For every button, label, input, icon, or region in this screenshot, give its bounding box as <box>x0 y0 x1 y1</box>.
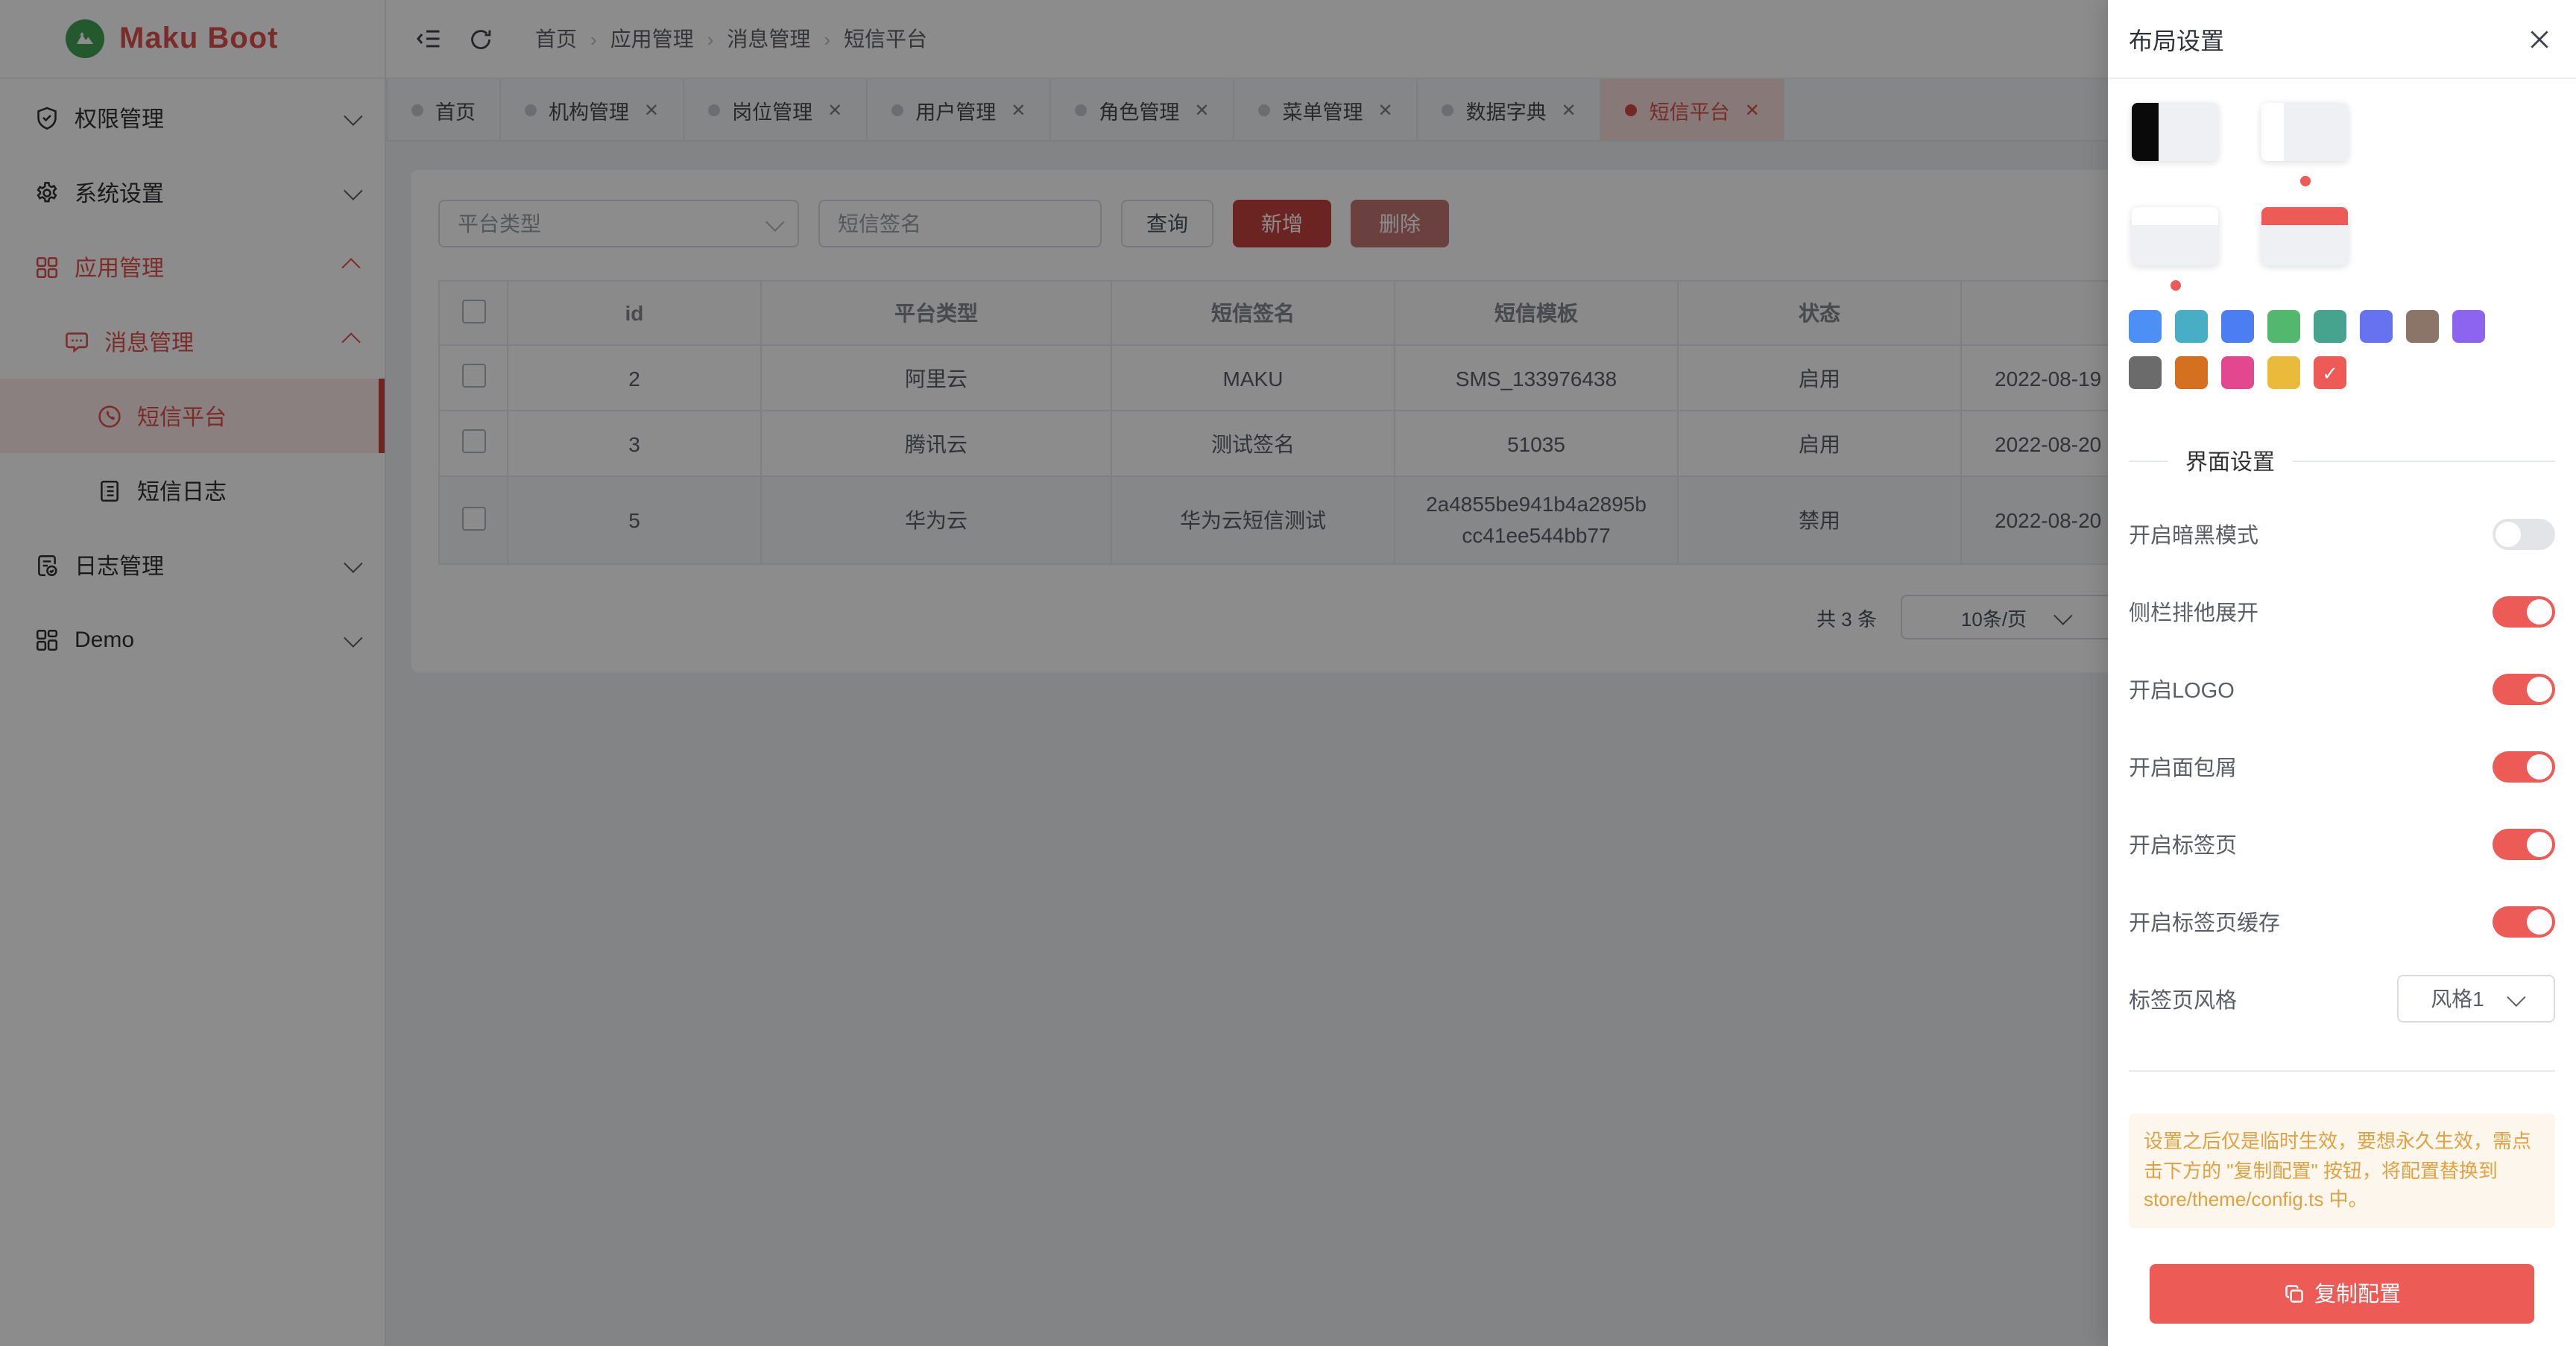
setting-label: 开启标签页缓存 <box>2129 906 2280 937</box>
interface-settings-title: 界面设置 <box>2185 446 2275 477</box>
drawer-title: 布局设置 <box>2129 21 2224 57</box>
layout-option-primary-header <box>2261 207 2348 265</box>
logo-toggle[interactable] <box>2493 673 2555 704</box>
tabs-cache-toggle[interactable] <box>2493 906 2555 937</box>
layout-option-light-sidebar <box>2261 103 2348 161</box>
drawer-header: 布局设置 <box>2108 0 2576 79</box>
drawer-divider <box>2129 1070 2555 1072</box>
copy-config-label: 复制配置 <box>2314 1277 2401 1309</box>
color-swatch[interactable]: ✓ <box>2406 310 2439 343</box>
color-swatch[interactable]: ✓ <box>2221 310 2254 343</box>
setting-label: 开启面包屑 <box>2129 751 2237 782</box>
dark-mode-toggle[interactable] <box>2493 518 2555 549</box>
theme-color-palette: ✓ ✓ ✓ ✓ ✓ ✓ ✓ ✓ ✓ ✓ ✓ ✓ ✓ <box>2129 310 2498 389</box>
color-swatch[interactable]: ✓ <box>2267 310 2300 343</box>
breadcrumb-toggle[interactable] <box>2493 751 2555 782</box>
color-swatch[interactable]: ✓ <box>2267 356 2300 389</box>
layout-thumbnail-dark-sidebar[interactable] <box>2132 103 2218 161</box>
chevron-down-icon <box>2507 987 2526 1005</box>
layout-style-picker <box>2129 97 2555 265</box>
color-swatch[interactable]: ✓ <box>2314 310 2346 343</box>
interface-settings-divider: 界面设置 <box>2129 446 2555 477</box>
setting-dark-mode: 开启暗黑模式 <box>2129 495 2555 572</box>
setting-logo: 开启LOGO <box>2129 650 2555 727</box>
selected-dot-icon <box>2170 280 2180 291</box>
color-swatch[interactable]: ✓ <box>2360 310 2393 343</box>
setting-label: 开启暗黑模式 <box>2129 518 2258 549</box>
setting-sidebar-accordion: 侧栏排他展开 <box>2129 572 2555 650</box>
setting-label: 开启LOGO <box>2129 673 2235 704</box>
check-icon: ✓ <box>2322 363 2338 382</box>
tabs-toggle[interactable] <box>2493 828 2555 859</box>
setting-label: 标签页风格 <box>2129 983 2237 1014</box>
layout-option-dark-sidebar <box>2132 103 2218 161</box>
color-swatch-selected[interactable]: ✓ <box>2314 356 2346 389</box>
setting-tabs-cache: 开启标签页缓存 <box>2129 882 2555 960</box>
color-swatch[interactable]: ✓ <box>2129 310 2162 343</box>
color-swatch[interactable]: ✓ <box>2221 356 2254 389</box>
copy-config-button[interactable]: 复制配置 <box>2150 1263 2534 1323</box>
app-root: Maku Boot 权限管理 系统设置 应用管理 <box>0 0 2576 1346</box>
close-icon[interactable] <box>2527 26 2552 51</box>
setting-label: 开启标签页 <box>2129 828 2237 859</box>
setting-breadcrumb: 开启面包屑 <box>2129 727 2555 805</box>
layout-thumbnail-light-sidebar[interactable] <box>2261 103 2348 161</box>
copy-icon <box>2283 1283 2304 1304</box>
setting-label: 侧栏排他展开 <box>2129 595 2258 627</box>
layout-thumbnail-primary-header[interactable] <box>2261 207 2348 265</box>
layout-option-light-header <box>2132 207 2218 265</box>
selected-dot-icon <box>2299 176 2310 186</box>
color-swatch[interactable]: ✓ <box>2129 356 2162 389</box>
layout-settings-drawer: 布局设置 <box>2108 0 2576 1346</box>
settings-warning-note: 设置之后仅是临时生效，要想永久生效，需点击下方的 "复制配置" 按钮，将配置替换… <box>2129 1113 2555 1227</box>
tab-style-value: 风格1 <box>2431 984 2484 1014</box>
drawer-body: ✓ ✓ ✓ ✓ ✓ ✓ ✓ ✓ ✓ ✓ ✓ ✓ ✓ 界面设置 <box>2108 79 2576 1323</box>
color-swatch[interactable]: ✓ <box>2175 356 2208 389</box>
color-swatch[interactable]: ✓ <box>2175 310 2208 343</box>
sidebar-accordion-toggle[interactable] <box>2493 595 2555 627</box>
tab-style-select[interactable]: 风格1 <box>2397 975 2555 1023</box>
setting-tabs: 开启标签页 <box>2129 805 2555 882</box>
modal-overlay[interactable] <box>0 0 2108 1346</box>
interface-settings: 开启暗黑模式 侧栏排他展开 开启LOGO 开启面包屑 开启标签页 <box>2129 495 2555 1037</box>
color-swatch[interactable]: ✓ <box>2452 310 2485 343</box>
layout-thumbnail-light-header[interactable] <box>2132 207 2218 265</box>
setting-tab-style: 标签页风格 风格1 <box>2129 960 2555 1037</box>
